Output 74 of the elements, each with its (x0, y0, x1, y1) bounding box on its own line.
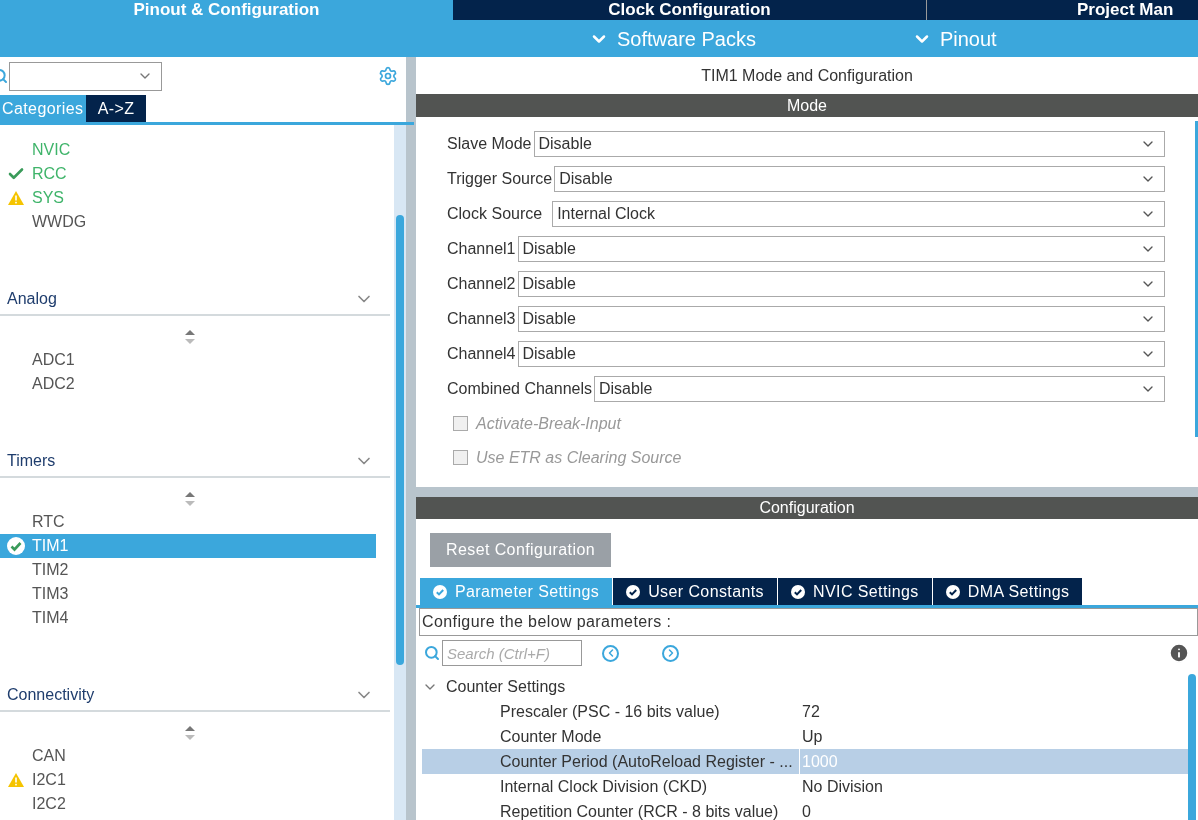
search-field[interactable]: Search (Ctrl+F) (442, 640, 582, 666)
settings-tab[interactable]: User Constants (613, 578, 779, 605)
group-header[interactable]: Counter Settings (422, 675, 1188, 699)
field-label: Trigger Source (447, 169, 553, 189)
tree-item[interactable]: RTC (0, 510, 376, 534)
tree-item[interactable]: WWDG (0, 210, 376, 234)
settings-tab[interactable]: DMA Settings (932, 578, 1084, 605)
check-circle-icon (433, 584, 447, 599)
sort-icon[interactable] (185, 492, 195, 506)
category-header[interactable]: Connectivity (0, 680, 390, 712)
field-label: Channel4 (447, 344, 516, 364)
parameter-value: 0 (801, 801, 811, 820)
field-label: Channel1 (447, 239, 516, 259)
tree-item[interactable]: ADC1 (0, 348, 376, 372)
category-header[interactable]: Analog (0, 284, 390, 316)
category-header[interactable]: Timers (0, 446, 390, 478)
settings-tab[interactable]: NVIC Settings (778, 578, 933, 605)
parameter-value: 72 (801, 701, 820, 722)
field-label: Channel3 (447, 309, 516, 329)
dropdown[interactable]: Disable (517, 271, 1165, 297)
parameter-name: Internal Clock Division (CKD) (422, 774, 800, 799)
panel-title: TIM1 Mode and Configuration (700, 65, 914, 86)
dropdown[interactable]: Disable (554, 166, 1165, 192)
dropdown[interactable]: Disable (517, 236, 1165, 262)
check-circle-icon (626, 584, 641, 599)
check-circle-icon (6, 536, 26, 556)
checkbox-label: Use ETR as Clearing Source (476, 447, 682, 468)
tree-item[interactable]: TIM4 (0, 606, 376, 630)
tree-item[interactable]: CAN (0, 744, 376, 768)
parameter-row[interactable]: Repetition Counter (RCR - 8 bits value) 0 (422, 799, 1188, 820)
parameter-row[interactable]: Prescaler (PSC - 16 bits value) 72 (422, 699, 1188, 724)
tree-item[interactable]: TIM2 (0, 558, 376, 582)
check-circle-icon (945, 584, 960, 599)
parameter-value: 1000 (801, 751, 838, 772)
tree-item[interactable]: ADC2 (0, 372, 376, 396)
tree-item[interactable]: I2C1 (0, 768, 376, 792)
sort-icon[interactable] (185, 330, 195, 344)
info-icon[interactable] (1168, 642, 1190, 664)
checkbox-label: Activate-Break-Input (476, 413, 621, 434)
section-header: Configuration (416, 497, 1198, 519)
parameter-name: Prescaler (PSC - 16 bits value) (422, 699, 800, 724)
tree-item[interactable]: TIM3 (0, 582, 376, 606)
warning-icon (7, 772, 25, 788)
settings-icon[interactable] (378, 66, 398, 86)
search-icon (424, 645, 440, 661)
scrollbar-thumb[interactable] (1188, 674, 1196, 820)
parameter-row[interactable]: Counter Period (AutoReload Register - ... 1000 (422, 749, 1188, 774)
dropdown[interactable]: Internal Clock (552, 201, 1165, 227)
main-tab[interactable]: Clock Configuration (453, 0, 927, 20)
parameter-value: Up (801, 726, 823, 747)
sort-icon[interactable] (185, 726, 195, 740)
field-label: Slave Mode (447, 134, 532, 154)
tree-item[interactable]: I2C2 (0, 792, 376, 816)
scrollbar-thumb[interactable] (396, 215, 404, 665)
parameter-name: Counter Period (AutoReload Register - ... (422, 749, 800, 774)
hint-text: Configure the below parameters : (419, 608, 1198, 636)
field-label: Channel2 (447, 274, 516, 294)
dropdown[interactable]: Disable (517, 306, 1165, 332)
warning-icon (7, 190, 25, 206)
dropdown[interactable]: Disable (533, 131, 1165, 157)
main-tab[interactable]: Project Man (927, 0, 1198, 20)
check-circle-icon (791, 584, 806, 599)
view-tab[interactable]: A->Z (86, 95, 146, 122)
dropdown[interactable]: Disable (517, 341, 1165, 367)
field-label: Combined Channels (447, 379, 592, 399)
search-dropdown[interactable] (9, 61, 162, 91)
dropdown[interactable]: Disable (594, 376, 1165, 402)
parameter-name: Repetition Counter (RCR - 8 bits value) (422, 799, 800, 820)
parameter-value: No Division (801, 776, 883, 797)
previous-icon[interactable] (602, 644, 619, 662)
parameter-row[interactable]: Internal Clock Division (CKD) No Division (422, 774, 1188, 799)
field-label: Clock Source (447, 204, 543, 224)
next-icon[interactable] (662, 644, 679, 662)
section-header: Mode (416, 94, 1198, 117)
